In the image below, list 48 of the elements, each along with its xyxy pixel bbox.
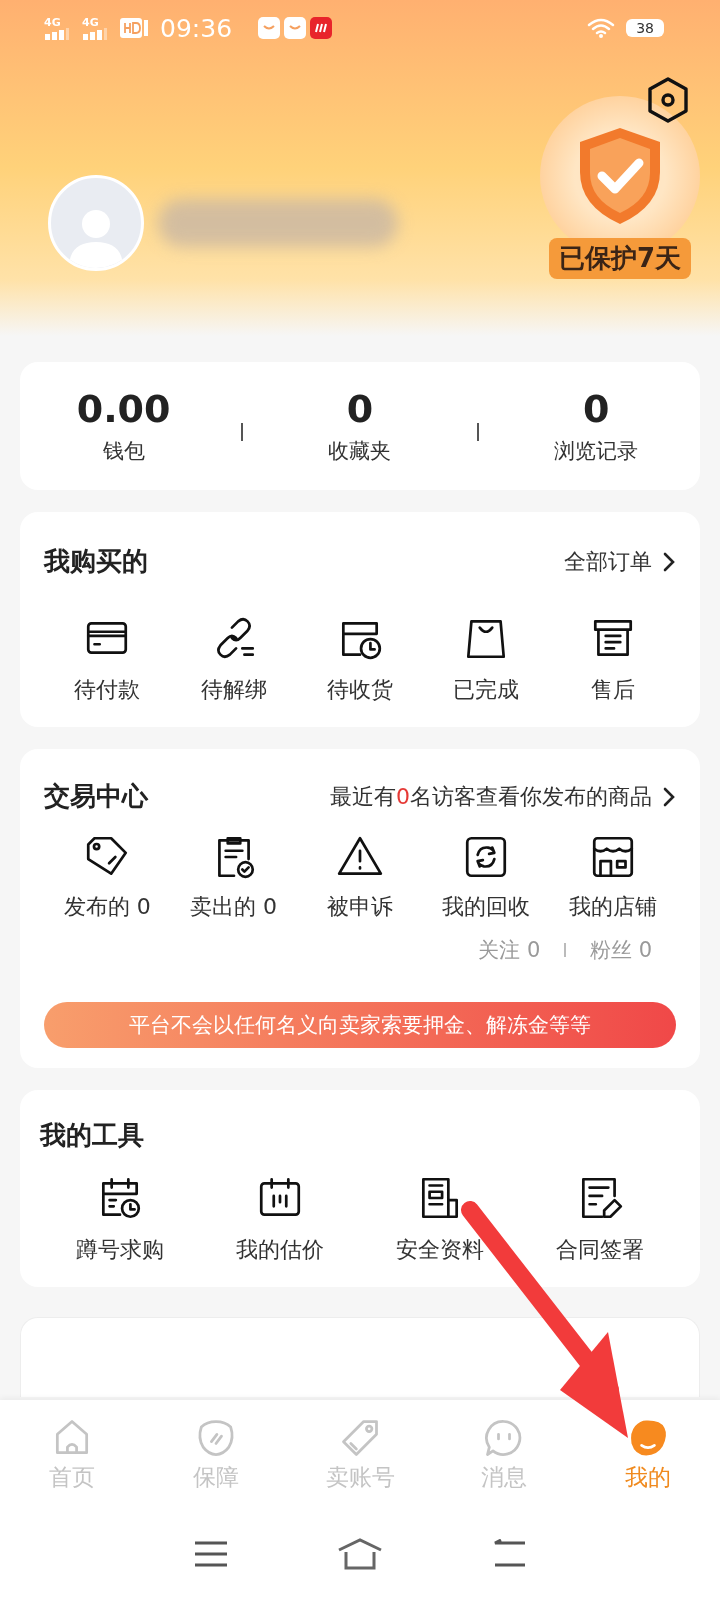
settings-icon[interactable]	[646, 76, 690, 124]
app-notification-icon	[310, 17, 333, 39]
stat-value: 0	[583, 387, 610, 431]
order-status-item[interactable]: 待付款	[44, 613, 171, 705]
hd-icon	[120, 18, 150, 38]
tool-item[interactable]: 合同签署	[525, 1173, 675, 1265]
trade-item[interactable]: 我的店铺	[549, 832, 677, 922]
app-notification-icon	[258, 17, 281, 39]
chevron-right-icon	[662, 550, 676, 573]
stat-value: 0.00	[76, 387, 171, 431]
tool-item[interactable]: 安全资料	[365, 1173, 515, 1265]
menu-icon[interactable]	[193, 1540, 230, 1568]
wifi-icon	[586, 17, 617, 39]
shop-stat: 粉丝 0	[589, 937, 652, 964]
tool-item[interactable]: 我的估价	[205, 1173, 355, 1265]
protection-badge: 已保护7天	[548, 238, 692, 279]
order-status-item[interactable]: 待解绑	[170, 613, 297, 705]
section-title: 我购买的	[44, 545, 148, 578]
order-status-item[interactable]: 待收货	[296, 613, 424, 705]
order-status-item[interactable]: 已完成	[423, 613, 550, 705]
order-status-item[interactable]: 售后	[549, 613, 677, 705]
stat-label: 钱包	[102, 438, 145, 465]
shop-stat: 关注 0	[478, 937, 541, 964]
tool-item[interactable]: 蹲号求购	[45, 1173, 195, 1265]
signal-icon	[82, 27, 108, 40]
visitor-notice[interactable]: 最近有0名访客查看你发布的商品	[330, 781, 676, 812]
trade-item[interactable]: 卖出的 0	[170, 832, 297, 922]
app-notification-icon	[284, 17, 307, 39]
signal-icon	[44, 27, 70, 40]
warning-banner: 平台不会以任何名义向卖家索要押金、解冻金等等	[44, 1002, 676, 1048]
all-orders-link[interactable]: 全部订单	[564, 546, 676, 577]
stat-item[interactable]: 0 收藏夹	[269, 386, 450, 466]
network-type: 4G	[82, 16, 99, 28]
trade-item[interactable]: 我的回收	[423, 832, 550, 922]
network-type: 4G	[44, 16, 61, 28]
section-title: 交易中心	[44, 780, 148, 813]
clock-time: 09:36	[160, 13, 233, 43]
home-icon[interactable]	[336, 1538, 384, 1570]
stat-item[interactable]: 0.00 钱包	[33, 386, 214, 466]
stat-label: 浏览记录	[554, 438, 639, 465]
chevron-right-icon	[662, 785, 676, 808]
stat-item[interactable]: 0 浏览记录	[506, 386, 687, 466]
stat-label: 收藏夹	[328, 438, 392, 465]
trade-item[interactable]: 被申诉	[296, 832, 424, 922]
trade-item[interactable]: 发布的 0	[44, 832, 171, 922]
stat-value: 0	[346, 387, 374, 431]
section-title: 我的工具	[40, 1119, 144, 1152]
battery-level: 38	[626, 19, 664, 37]
